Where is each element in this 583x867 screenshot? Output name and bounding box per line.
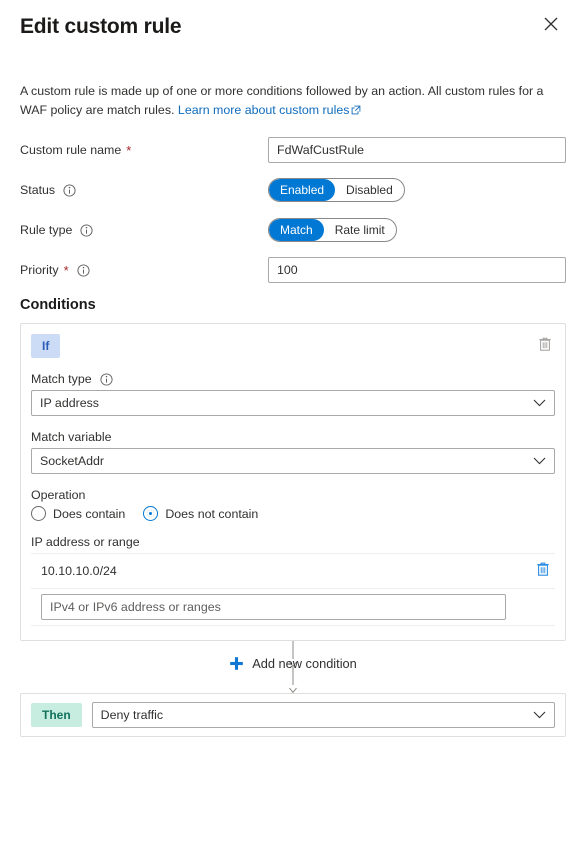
close-icon	[544, 17, 558, 31]
ip-list-item: 10.10.10.0/24	[31, 553, 555, 589]
label-text: Priority	[20, 263, 59, 277]
chevron-down-icon	[533, 457, 546, 465]
label-priority: Priority *	[20, 263, 268, 277]
field-status: Enabled Disabled	[268, 178, 566, 202]
label-text: Custom rule name	[20, 143, 122, 157]
info-icon[interactable]	[63, 183, 76, 197]
ip-value: 10.10.10.0/24	[41, 564, 117, 578]
custom-rule-name-input[interactable]	[268, 137, 566, 163]
info-icon[interactable]	[80, 223, 93, 237]
then-action-select[interactable]: Deny traffic	[91, 702, 555, 728]
condition-connector: Add new condition	[20, 641, 566, 694]
condition-header: If	[21, 324, 565, 358]
status-option-enabled[interactable]: Enabled	[269, 179, 336, 201]
label-rule-type: Rule type	[20, 223, 268, 237]
status-option-disabled[interactable]: Disabled	[335, 179, 404, 201]
external-link-icon	[351, 102, 361, 121]
label-ip-address-or-range: IP address or range	[31, 535, 555, 549]
row-rule-type: Rule type Match Rate limit	[20, 217, 566, 243]
chevron-down-icon	[533, 711, 546, 719]
match-type-select[interactable]: IP address	[31, 390, 555, 416]
label-text: Operation	[31, 488, 86, 502]
label-text: IP address or range	[31, 535, 140, 549]
status-toggle[interactable]: Enabled Disabled	[268, 178, 405, 202]
add-new-condition-label: Add new condition	[252, 656, 357, 671]
radio-does-not-contain[interactable]: Does not contain	[143, 506, 258, 521]
radio-indicator	[31, 506, 46, 521]
match-variable-value: SocketAddr	[40, 454, 105, 468]
label-text: Rule type	[20, 223, 73, 237]
label-match-variable: Match variable	[31, 430, 555, 444]
connector-arrow-bottom	[289, 681, 298, 699]
rule-type-option-match[interactable]: Match	[269, 219, 324, 241]
row-custom-rule-name: Custom rule name *	[20, 137, 566, 163]
label-text: Match type	[31, 372, 92, 386]
radio-label: Does contain	[53, 506, 126, 521]
trash-icon	[537, 336, 553, 356]
chevron-down-icon	[533, 399, 546, 407]
then-action-value: Deny traffic	[100, 708, 164, 722]
label-operation: Operation	[31, 488, 555, 502]
conditions-section-title: Conditions	[20, 297, 96, 313]
field-priority	[268, 257, 566, 283]
required-asterisk: *	[63, 262, 69, 278]
required-asterisk: *	[126, 142, 132, 158]
ip-new-item-row	[31, 589, 555, 626]
condition-body: Match type IP address Match variable Soc…	[21, 372, 565, 626]
panel-header: Edit custom rule	[0, 0, 583, 46]
info-icon[interactable]	[100, 372, 113, 386]
operation-radio-group: Does contain Does not contain	[31, 506, 555, 521]
label-match-type: Match type	[31, 372, 555, 386]
label-custom-rule-name: Custom rule name *	[20, 143, 268, 157]
trash-icon	[535, 561, 551, 581]
label-status: Status	[20, 183, 268, 197]
ip-address-input[interactable]	[41, 594, 506, 620]
row-priority: Priority *	[20, 257, 566, 283]
intro-description: A custom rule is made up of one or more …	[20, 82, 566, 121]
field-custom-rule-name	[268, 137, 566, 163]
delete-condition-button[interactable]	[535, 334, 555, 358]
row-status: Status Enabled Disabled	[20, 177, 566, 203]
match-type-value: IP address	[40, 396, 100, 410]
field-rule-type: Match Rate limit	[268, 218, 566, 242]
if-badge: If	[31, 334, 61, 358]
then-card: Then Deny traffic	[20, 693, 566, 737]
add-new-condition-button[interactable]: Add new condition	[20, 656, 566, 671]
rule-type-option-rate-limit[interactable]: Rate limit	[324, 219, 396, 241]
radio-label: Does not contain	[165, 506, 259, 521]
condition-card: If Match type IP address Match variable …	[20, 323, 566, 641]
plus-icon	[229, 656, 244, 671]
page-title: Edit custom rule	[20, 15, 182, 38]
radio-indicator-selected	[143, 506, 159, 521]
rule-type-toggle[interactable]: Match Rate limit	[268, 218, 397, 242]
radio-does-contain[interactable]: Does contain	[31, 506, 125, 521]
match-variable-select[interactable]: SocketAddr	[31, 448, 555, 474]
delete-ip-button[interactable]	[533, 559, 553, 583]
ip-address-list: 10.10.10.0/24	[31, 553, 555, 626]
priority-input[interactable]	[268, 257, 566, 283]
then-badge: Then	[31, 703, 82, 727]
learn-more-link[interactable]: Learn more about custom rules	[178, 103, 350, 117]
label-text: Match variable	[31, 430, 112, 444]
rule-form: Custom rule name * Status Enabled Disabl…	[0, 137, 583, 283]
label-text: Status	[20, 183, 56, 197]
info-icon[interactable]	[77, 263, 90, 277]
close-button[interactable]	[536, 9, 566, 39]
